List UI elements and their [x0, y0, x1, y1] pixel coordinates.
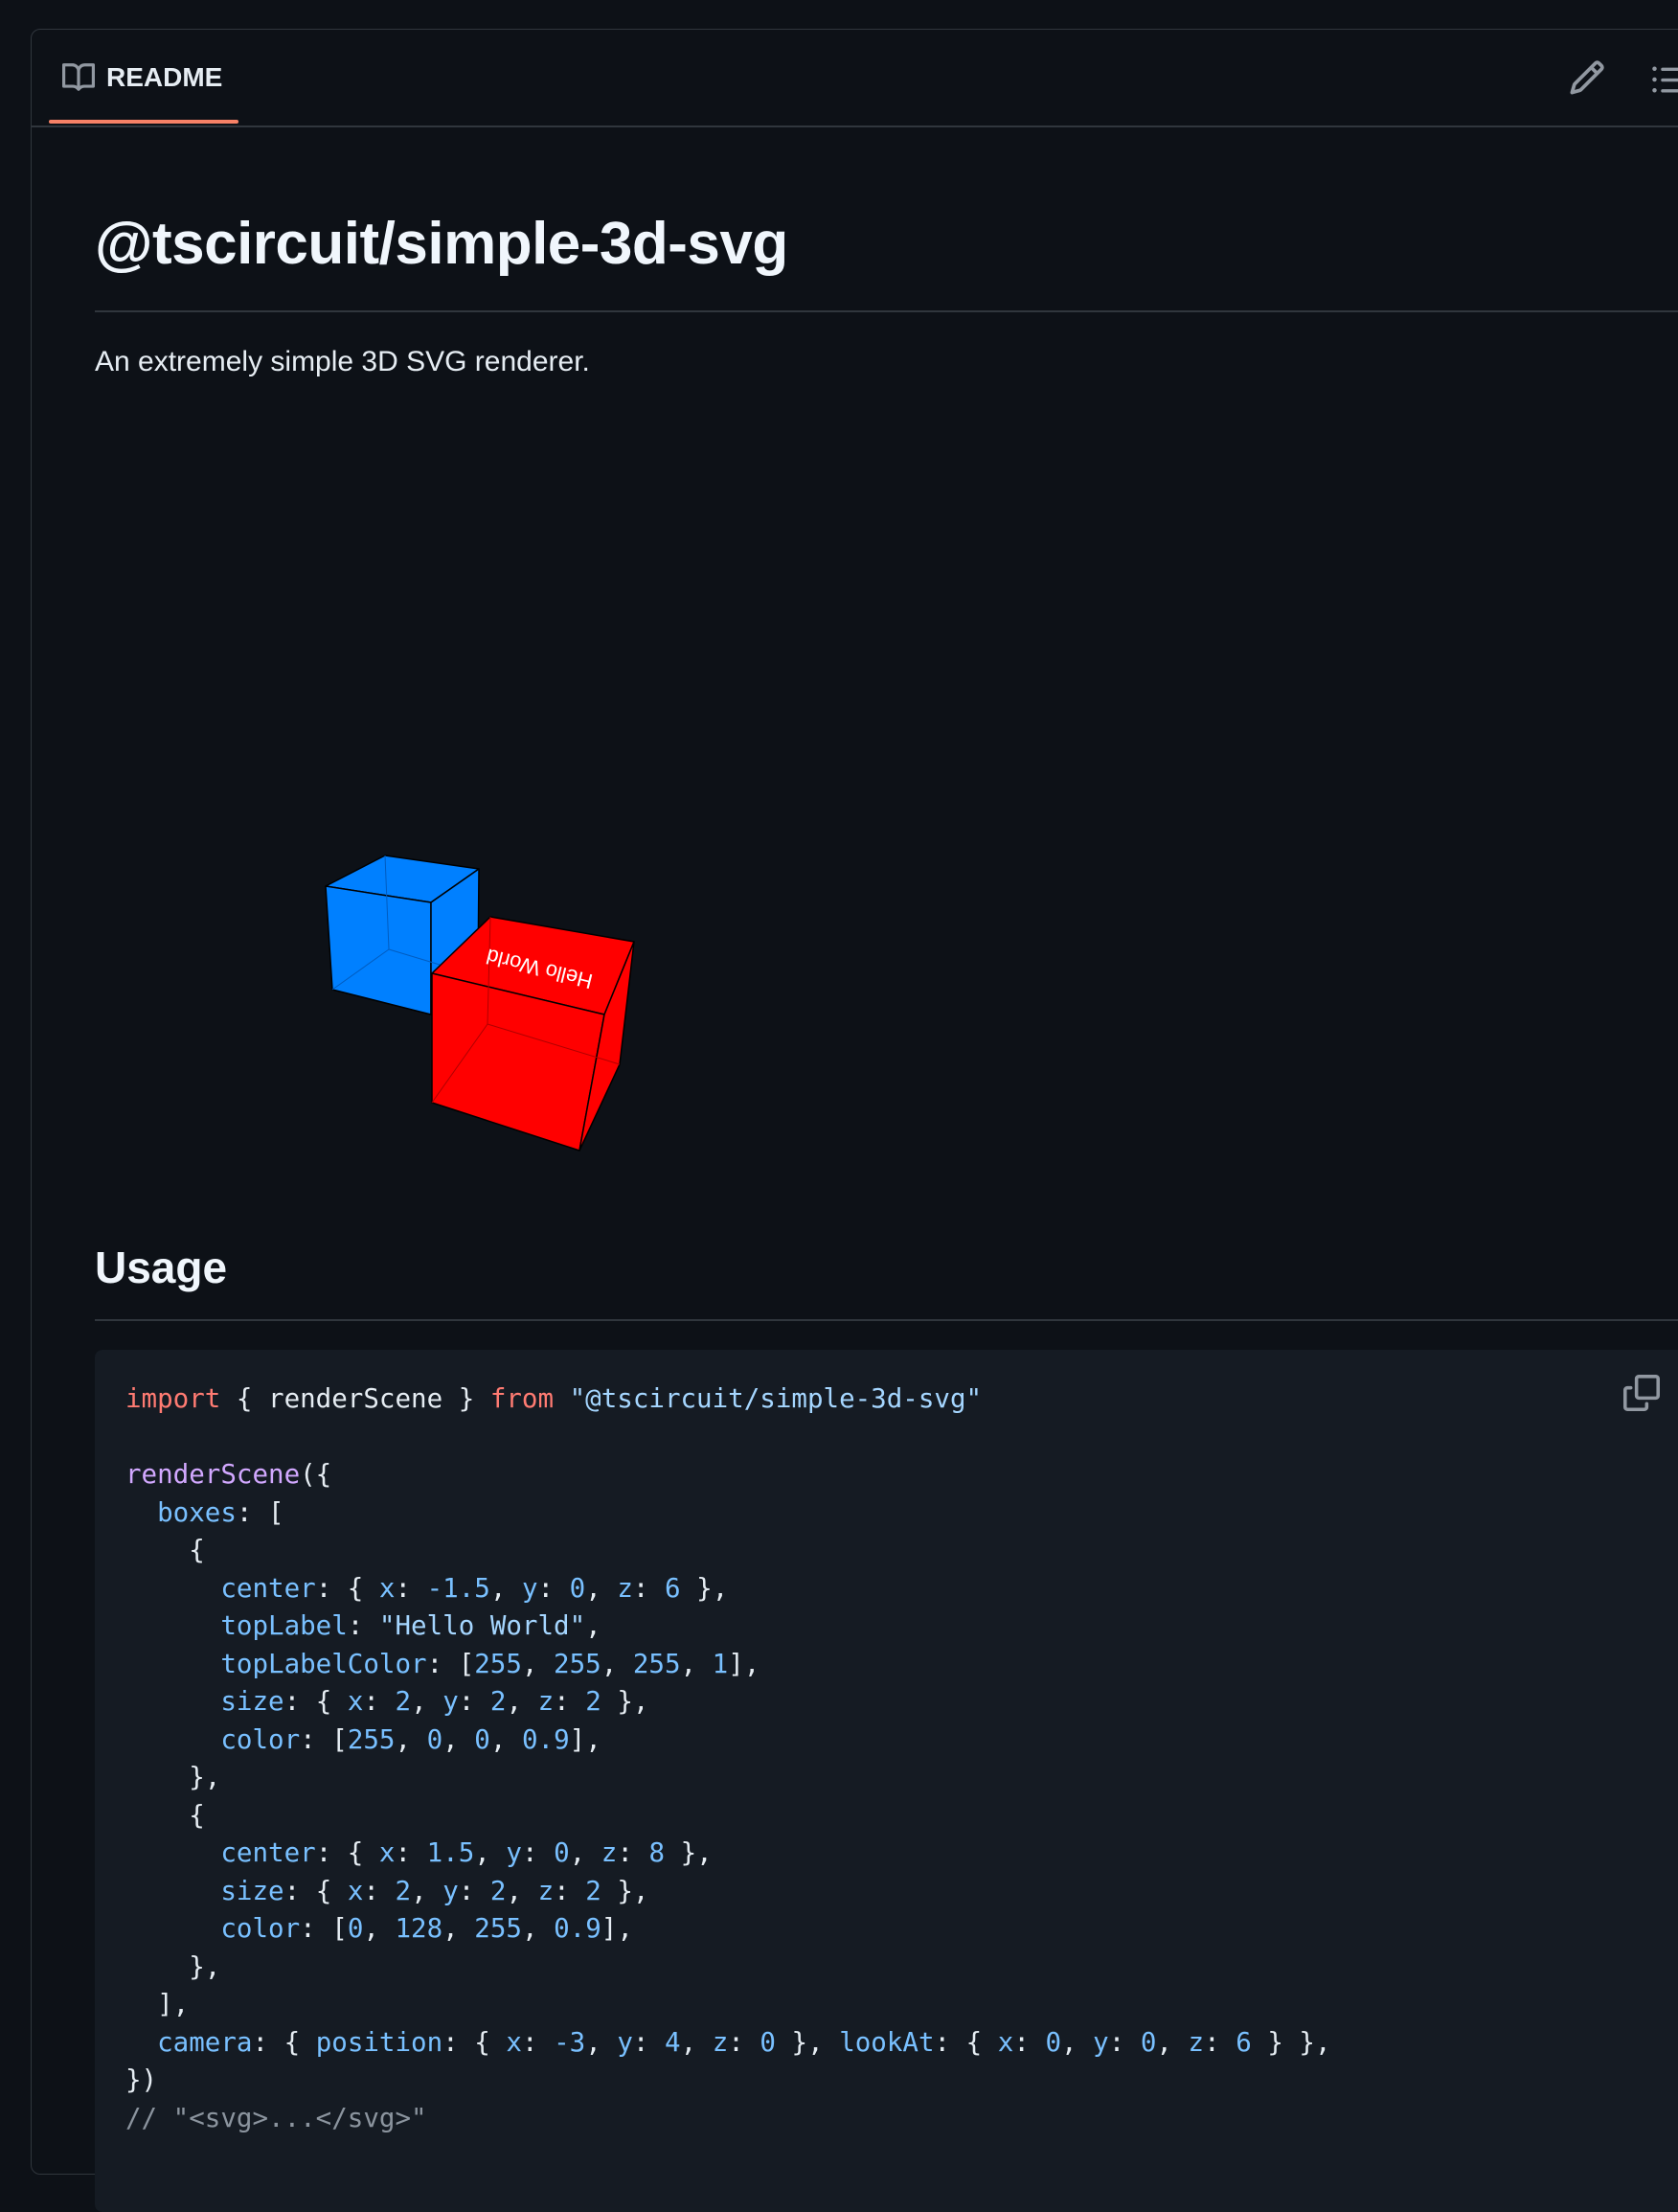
code-line: center: { x: -1.5, y: 0, z: 6 },	[220, 1572, 729, 1604]
red-cube	[431, 916, 635, 1152]
code-line: center: { x: 1.5, y: 0, z: 8 },	[220, 1837, 713, 1868]
code-line: size: { x: 2, y: 2, z: 2 },	[220, 1875, 649, 1906]
code-line: import { renderScene } from "@tscircuit/…	[125, 1383, 983, 1414]
code-line: // "<svg>...</svg>"	[125, 2102, 427, 2133]
code-line: renderScene({	[125, 1459, 332, 1490]
code-line: ],	[125, 1989, 190, 2019]
code-line: })	[125, 2064, 158, 2095]
code-line: boxes: [	[157, 1496, 284, 1528]
tab-readme-label: README	[106, 62, 223, 92]
list-icon[interactable]	[1648, 62, 1678, 97]
code-line: },	[125, 1762, 221, 1792]
code-line: {	[125, 1799, 205, 1831]
readme-description: An extremely simple 3D SVG renderer.	[95, 346, 590, 377]
code-line: topLabelColor: [255, 255, 255, 1],	[220, 1648, 760, 1679]
book-icon	[62, 63, 95, 91]
pencil-icon[interactable]	[1568, 58, 1606, 97]
code-block: import { renderScene } from "@tscircuit/…	[95, 1350, 1678, 2212]
readme-tabbar: README	[32, 30, 1678, 127]
active-tab-indicator	[49, 120, 238, 124]
tab-readme[interactable]: README	[49, 30, 238, 125]
page-title: @tscircuit/simple-3d-svg	[95, 211, 788, 277]
rendered-3d-scene: Hello World	[325, 855, 635, 1152]
copy-icon[interactable]	[1623, 1375, 1660, 1411]
title-divider	[95, 310, 1678, 312]
code-line: topLabel: "Hello World",	[220, 1610, 601, 1641]
code-line: color: [255, 0, 0, 0.9],	[220, 1723, 601, 1755]
code-line: size: { x: 2, y: 2, z: 2 },	[220, 1686, 649, 1717]
code-line: {	[125, 1535, 205, 1565]
code-line: color: [0, 128, 255, 0.9],	[220, 1913, 633, 1944]
readme-panel: README @tscircuit/simple-3d-svg An extre…	[31, 29, 1678, 2212]
code-content: import { renderScene } from "@tscircuit/…	[125, 1380, 1331, 2137]
usage-divider	[95, 1319, 1678, 1321]
usage-heading: Usage	[95, 1243, 228, 1292]
code-line: },	[125, 1950, 221, 1982]
code-line: camera: { position: { x: -3, y: 4, z: 0 …	[157, 2026, 1331, 2058]
